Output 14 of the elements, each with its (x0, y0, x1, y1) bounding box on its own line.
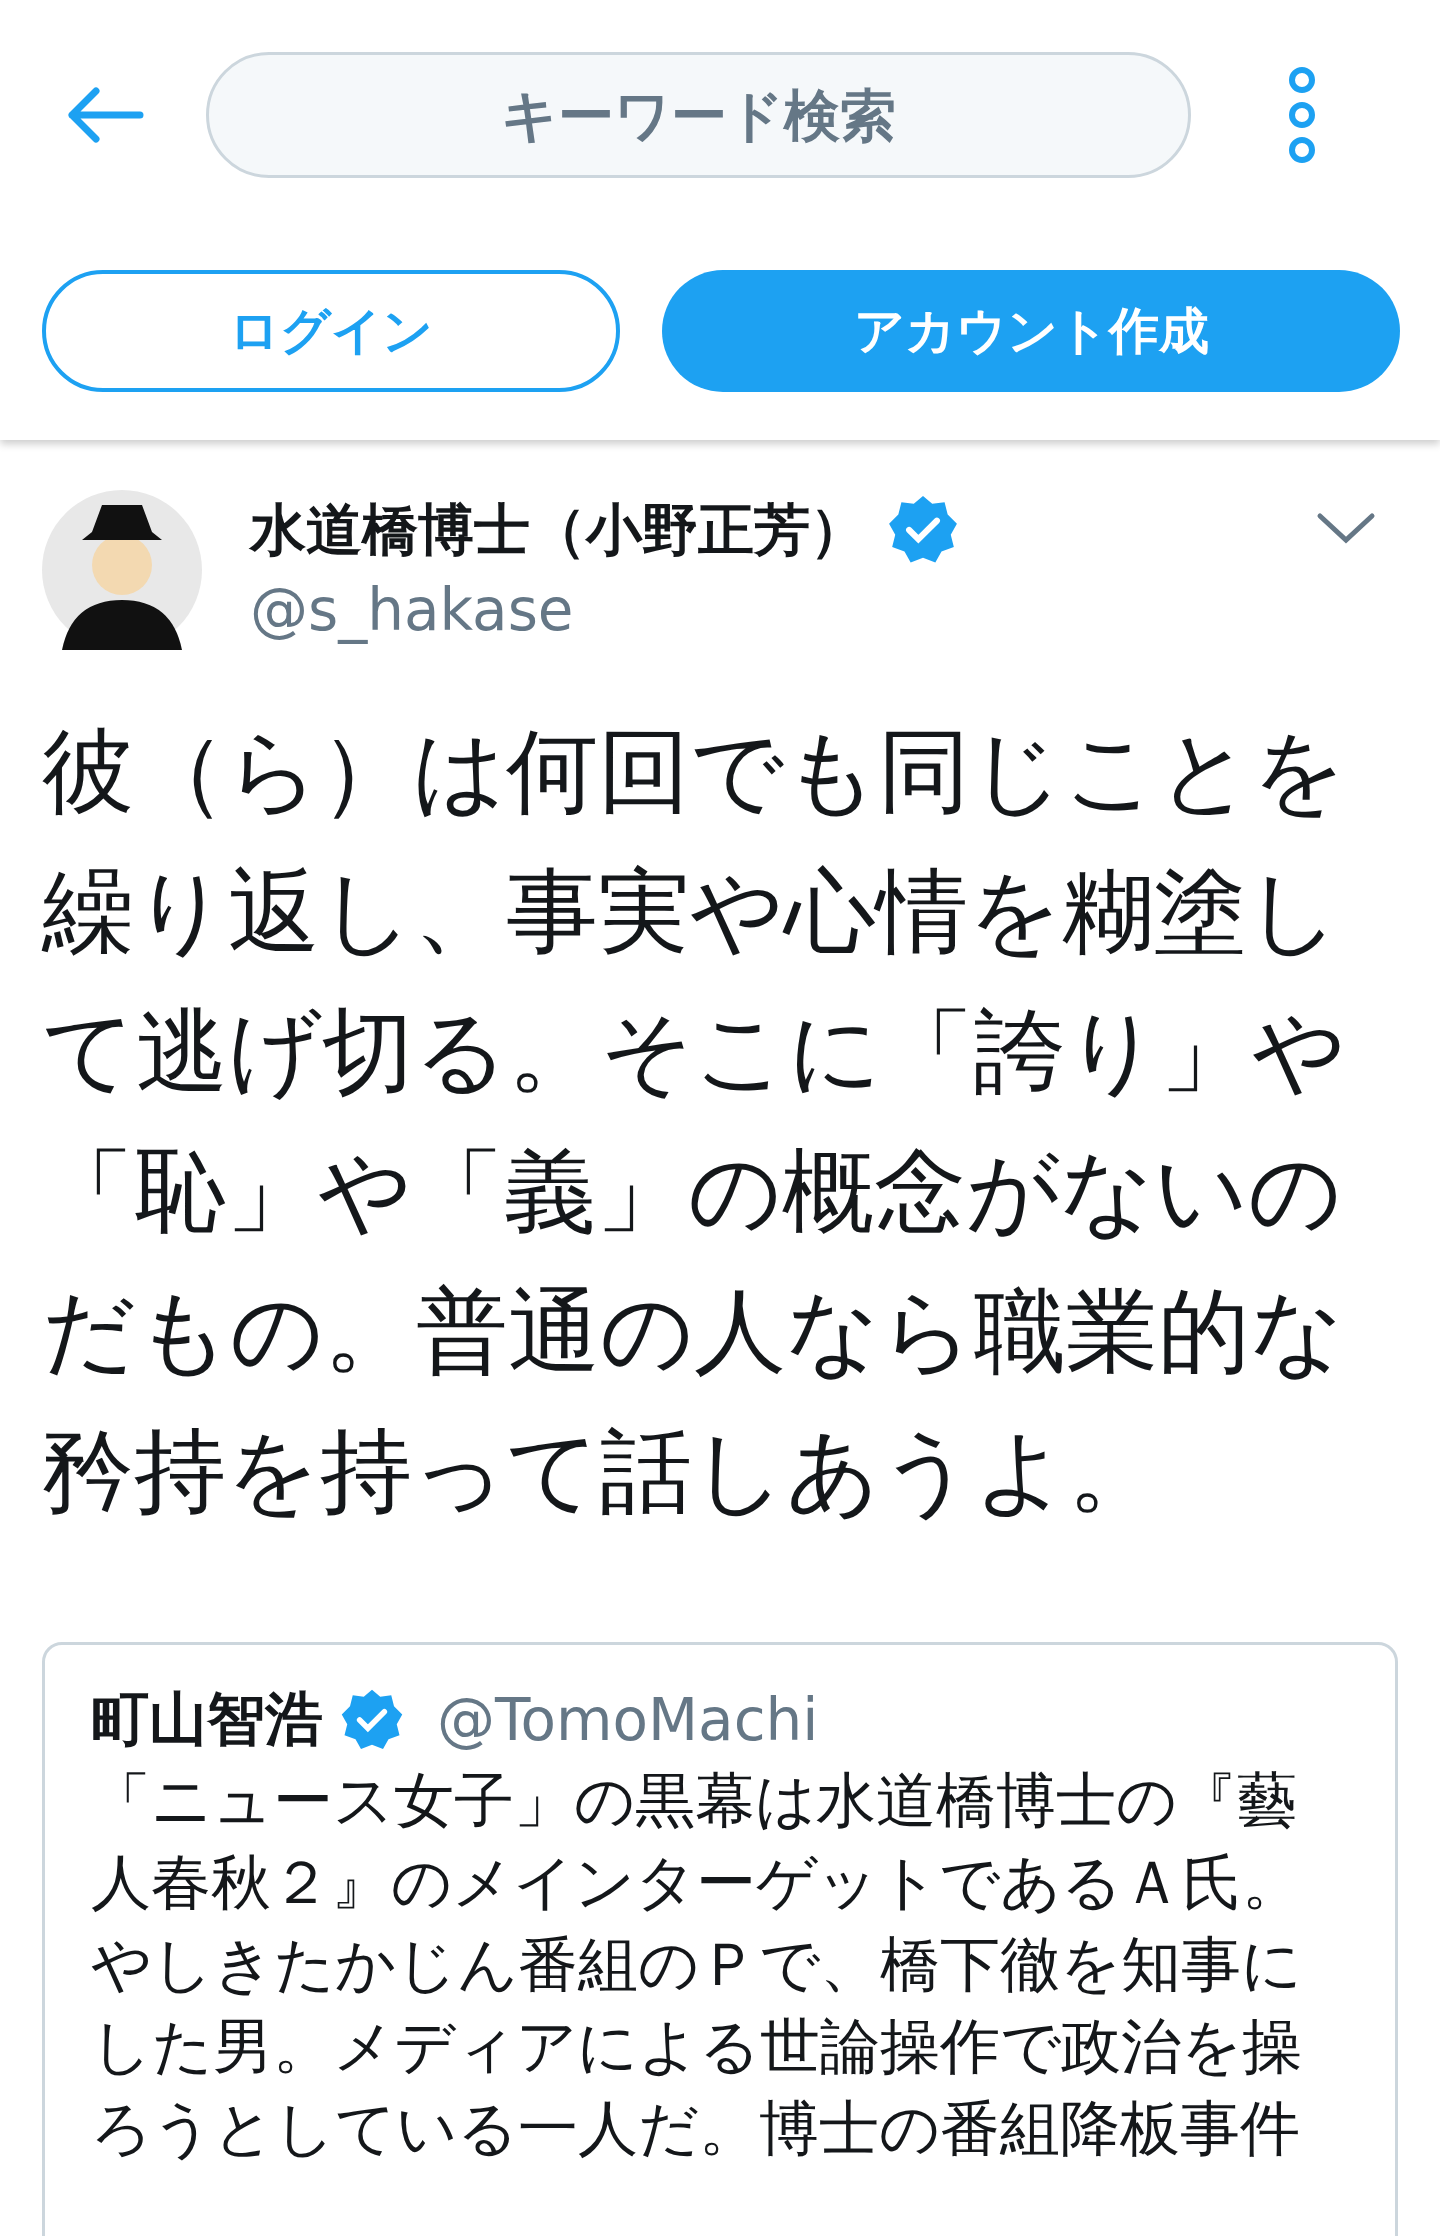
more-options-icon[interactable] (1287, 65, 1317, 165)
signup-button[interactable]: アカウント作成 (662, 270, 1400, 392)
login-button[interactable]: ログイン (42, 270, 620, 392)
search-field[interactable]: キーワード検索 (206, 52, 1191, 178)
user-name: 水道橋博士（小野正芳） (250, 496, 866, 564)
user-handle: @s_hakase (250, 575, 575, 646)
back-arrow-icon[interactable] (66, 85, 146, 145)
avatar-icon[interactable] (42, 490, 202, 650)
quoted-tweet-card[interactable]: 町山智浩 @TomoMachi 「ニュース女子」の黒幕は水道橋博士の『藝人春秋２』のメインターゲットであるＡ氏。やしきたかじん番組のＰで、橋下徹を知事にした男。メディアによる世論操作で政治を操ろうとしている一人だ。博士の番組降板事件 (42, 1642, 1398, 2236)
quoted-user-handle: @TomoMachi (437, 1686, 819, 1754)
chevron-down-icon[interactable] (1316, 512, 1376, 546)
quoted-tweet-text: 「ニュース女子」の黒幕は水道橋博士の『藝人春秋２』のメインターゲットであるＡ氏。やしきたかじん番組のＰで、橋下徹を知事にした男。メディアによる世論操作で政治を操ろうとしている一人だ。博士の番組降板事件 (91, 1764, 1303, 2165)
quoted-user-name: 町山智浩 (91, 1684, 323, 1755)
tweet-text: 彼（ら）は何回でも同じことを繰り返し、事実や心情を糊塗して逃げ切る。そこに「誇り」や「恥」や「義」の概念がないのだもの。普通の人なら職業的な矜持を持って話しあうよ。 (42, 717, 1347, 1527)
